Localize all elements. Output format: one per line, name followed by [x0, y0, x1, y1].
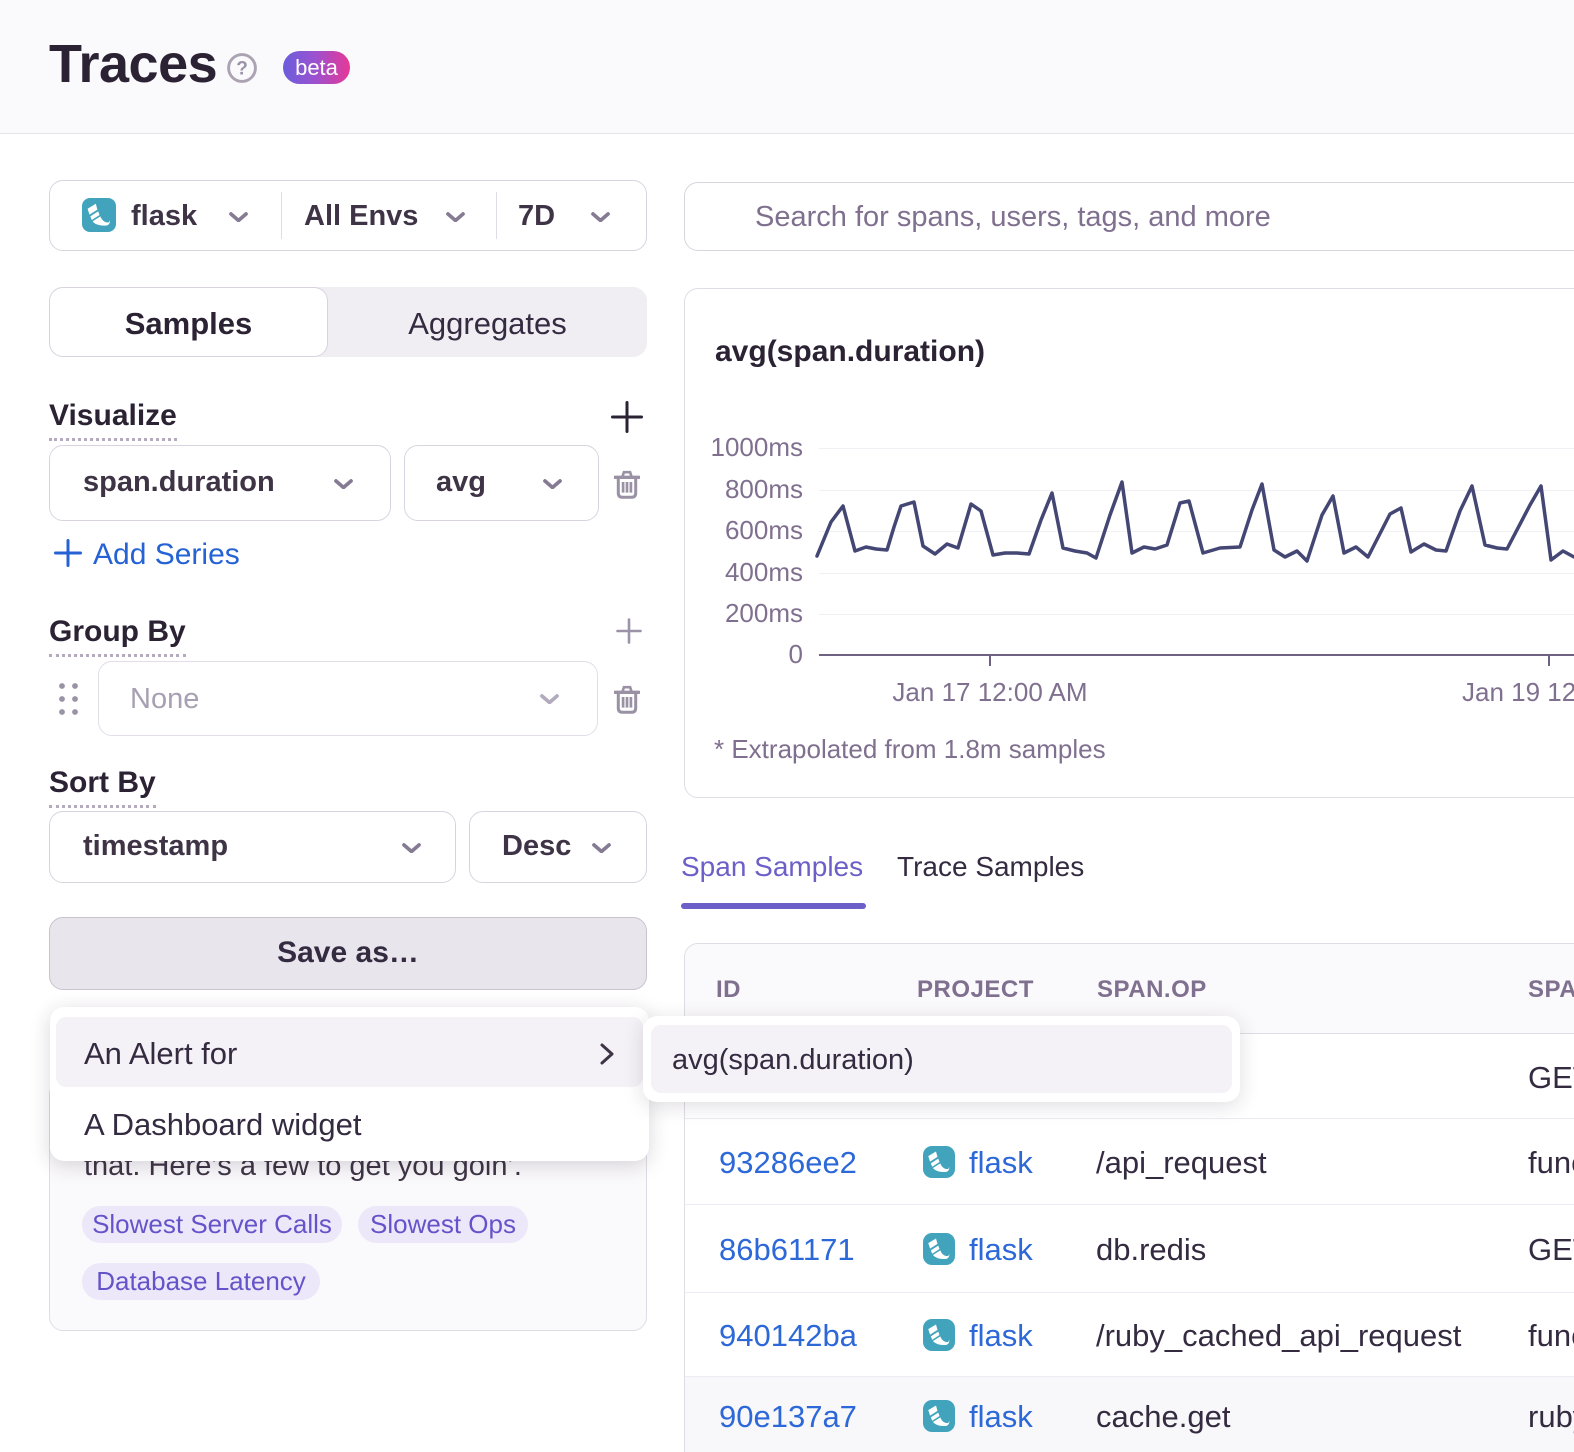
svg-text:?: ? — [236, 59, 248, 80]
